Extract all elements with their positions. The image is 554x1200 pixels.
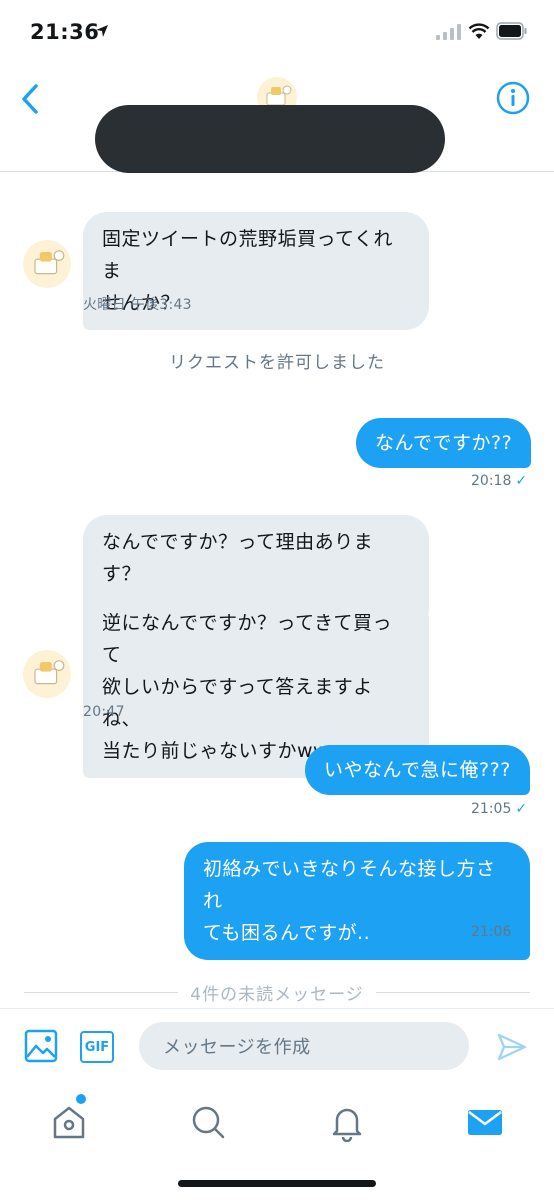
conversation-header <box>0 64 554 173</box>
timestamp-text: 21:05 <box>471 801 512 817</box>
search-icon[interactable] <box>188 1102 228 1142</box>
info-button[interactable] <box>496 81 530 115</box>
back-button[interactable] <box>18 82 44 116</box>
bell-icon[interactable] <box>327 1102 367 1142</box>
message-timestamp: 火曜日 午後3:43 <box>83 297 192 313</box>
avatar-illustration-icon <box>34 660 65 685</box>
gif-button[interactable]: GIF <box>80 1031 114 1063</box>
home-indicator[interactable] <box>178 1180 376 1187</box>
message-timestamp: 20:47 <box>83 704 125 720</box>
message-input[interactable]: メッセージを作成 <box>139 1022 469 1070</box>
image-icon[interactable] <box>24 1029 58 1063</box>
avatar-illustration-icon <box>34 250 65 275</box>
message-timestamp: 21:06 ✓ <box>471 924 527 940</box>
message-composer: GIF メッセージを作成 <box>0 1008 554 1086</box>
cellular-signal-icon <box>436 24 461 40</box>
contact-avatar[interactable] <box>23 240 71 288</box>
message-timestamp: 20:18 ✓ <box>471 473 527 489</box>
bottom-tab-bar <box>0 1086 554 1200</box>
outgoing-message-bubble[interactable]: いやなんで急に俺??? <box>305 745 530 795</box>
divider-line <box>375 991 531 993</box>
sent-check-icon: ✓ <box>515 473 528 489</box>
send-icon[interactable] <box>496 1031 528 1063</box>
home-icon[interactable] <box>49 1102 89 1142</box>
envelope-icon[interactable] <box>465 1102 505 1142</box>
outgoing-message-bubble[interactable]: 初絡みでいきなりそんな接し方され ても困るんですが.. <box>184 842 530 960</box>
outgoing-message-bubble[interactable]: なんでですか?? <box>356 418 532 468</box>
wifi-icon <box>468 23 490 39</box>
battery-icon <box>496 22 527 40</box>
timestamp-text: 20:18 <box>471 473 512 489</box>
notification-dot <box>76 1094 86 1104</box>
request-accepted-notice: リクエストを許可しました <box>169 353 385 373</box>
contact-avatar[interactable] <box>23 650 71 698</box>
unread-count-label: 4件の未読メッセージ <box>190 984 364 1005</box>
sent-check-icon: ✓ <box>515 801 528 817</box>
sent-check-icon: ✓ <box>515 924 528 940</box>
timestamp-text: 21:06 <box>471 924 512 940</box>
status-time: 21:36 <box>30 20 100 44</box>
message-timestamp: 21:05 ✓ <box>471 801 527 817</box>
divider-line <box>24 991 179 993</box>
location-arrow-icon <box>96 25 108 37</box>
redacted-name <box>95 105 445 173</box>
status-bar: 21:36 <box>0 0 554 64</box>
unread-divider: 4件の未読メッセージ <box>24 980 531 1005</box>
